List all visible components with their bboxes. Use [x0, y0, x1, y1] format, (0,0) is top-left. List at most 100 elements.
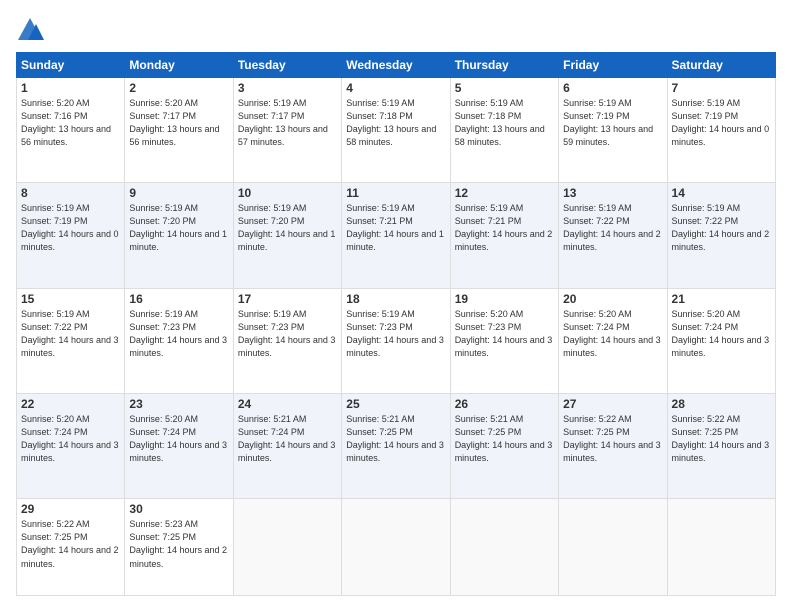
- weekday-header: Tuesday: [233, 53, 341, 78]
- logo: [16, 16, 48, 44]
- calendar-day-cell: 16 Sunrise: 5:19 AMSunset: 7:23 PMDaylig…: [125, 288, 233, 393]
- weekday-header: Monday: [125, 53, 233, 78]
- day-number: 25: [346, 397, 445, 411]
- calendar-day-cell: 26 Sunrise: 5:21 AMSunset: 7:25 PMDaylig…: [450, 394, 558, 499]
- calendar-day-cell: 20 Sunrise: 5:20 AMSunset: 7:24 PMDaylig…: [559, 288, 667, 393]
- calendar-day-cell: 18 Sunrise: 5:19 AMSunset: 7:23 PMDaylig…: [342, 288, 450, 393]
- calendar-day-cell: [667, 499, 775, 596]
- calendar-day-cell: 30 Sunrise: 5:23 AMSunset: 7:25 PMDaylig…: [125, 499, 233, 596]
- day-info: Sunrise: 5:19 AMSunset: 7:19 PMDaylight:…: [672, 98, 770, 147]
- day-number: 3: [238, 81, 337, 95]
- calendar-day-cell: [342, 499, 450, 596]
- day-number: 1: [21, 81, 120, 95]
- calendar-day-cell: 19 Sunrise: 5:20 AMSunset: 7:23 PMDaylig…: [450, 288, 558, 393]
- day-info: Sunrise: 5:19 AMSunset: 7:22 PMDaylight:…: [563, 203, 661, 252]
- day-number: 18: [346, 292, 445, 306]
- day-number: 11: [346, 186, 445, 200]
- day-info: Sunrise: 5:22 AMSunset: 7:25 PMDaylight:…: [21, 519, 119, 568]
- calendar-day-cell: [450, 499, 558, 596]
- day-info: Sunrise: 5:19 AMSunset: 7:23 PMDaylight:…: [346, 309, 444, 358]
- calendar-day-cell: 5 Sunrise: 5:19 AMSunset: 7:18 PMDayligh…: [450, 78, 558, 183]
- day-info: Sunrise: 5:22 AMSunset: 7:25 PMDaylight:…: [563, 414, 661, 463]
- day-number: 19: [455, 292, 554, 306]
- day-info: Sunrise: 5:20 AMSunset: 7:24 PMDaylight:…: [129, 414, 227, 463]
- day-info: Sunrise: 5:19 AMSunset: 7:18 PMDaylight:…: [346, 98, 436, 147]
- calendar-day-cell: 2 Sunrise: 5:20 AMSunset: 7:17 PMDayligh…: [125, 78, 233, 183]
- calendar-day-cell: 12 Sunrise: 5:19 AMSunset: 7:21 PMDaylig…: [450, 183, 558, 288]
- calendar-day-cell: 11 Sunrise: 5:19 AMSunset: 7:21 PMDaylig…: [342, 183, 450, 288]
- day-number: 16: [129, 292, 228, 306]
- calendar-day-cell: 17 Sunrise: 5:19 AMSunset: 7:23 PMDaylig…: [233, 288, 341, 393]
- calendar-day-cell: 14 Sunrise: 5:19 AMSunset: 7:22 PMDaylig…: [667, 183, 775, 288]
- day-info: Sunrise: 5:19 AMSunset: 7:23 PMDaylight:…: [129, 309, 227, 358]
- calendar-day-cell: 8 Sunrise: 5:19 AMSunset: 7:19 PMDayligh…: [17, 183, 125, 288]
- day-info: Sunrise: 5:19 AMSunset: 7:21 PMDaylight:…: [346, 203, 444, 252]
- day-info: Sunrise: 5:19 AMSunset: 7:23 PMDaylight:…: [238, 309, 336, 358]
- day-info: Sunrise: 5:23 AMSunset: 7:25 PMDaylight:…: [129, 519, 227, 568]
- calendar-day-cell: 21 Sunrise: 5:20 AMSunset: 7:24 PMDaylig…: [667, 288, 775, 393]
- day-number: 23: [129, 397, 228, 411]
- day-info: Sunrise: 5:20 AMSunset: 7:24 PMDaylight:…: [563, 309, 661, 358]
- calendar-day-cell: 10 Sunrise: 5:19 AMSunset: 7:20 PMDaylig…: [233, 183, 341, 288]
- calendar-day-cell: 3 Sunrise: 5:19 AMSunset: 7:17 PMDayligh…: [233, 78, 341, 183]
- logo-icon: [16, 16, 44, 44]
- day-info: Sunrise: 5:19 AMSunset: 7:22 PMDaylight:…: [21, 309, 119, 358]
- calendar-week-row: 8 Sunrise: 5:19 AMSunset: 7:19 PMDayligh…: [17, 183, 776, 288]
- weekday-header: Friday: [559, 53, 667, 78]
- calendar-week-row: 29 Sunrise: 5:22 AMSunset: 7:25 PMDaylig…: [17, 499, 776, 596]
- day-info: Sunrise: 5:20 AMSunset: 7:23 PMDaylight:…: [455, 309, 553, 358]
- day-number: 29: [21, 502, 120, 516]
- day-info: Sunrise: 5:19 AMSunset: 7:21 PMDaylight:…: [455, 203, 553, 252]
- day-info: Sunrise: 5:20 AMSunset: 7:16 PMDaylight:…: [21, 98, 111, 147]
- calendar-day-cell: [233, 499, 341, 596]
- day-info: Sunrise: 5:19 AMSunset: 7:19 PMDaylight:…: [563, 98, 653, 147]
- day-number: 6: [563, 81, 662, 95]
- day-number: 14: [672, 186, 771, 200]
- weekday-header-row: SundayMondayTuesdayWednesdayThursdayFrid…: [17, 53, 776, 78]
- calendar-day-cell: 27 Sunrise: 5:22 AMSunset: 7:25 PMDaylig…: [559, 394, 667, 499]
- day-number: 10: [238, 186, 337, 200]
- page: SundayMondayTuesdayWednesdayThursdayFrid…: [0, 0, 792, 612]
- day-number: 4: [346, 81, 445, 95]
- day-number: 13: [563, 186, 662, 200]
- day-number: 17: [238, 292, 337, 306]
- day-number: 12: [455, 186, 554, 200]
- day-info: Sunrise: 5:21 AMSunset: 7:24 PMDaylight:…: [238, 414, 336, 463]
- calendar-day-cell: 4 Sunrise: 5:19 AMSunset: 7:18 PMDayligh…: [342, 78, 450, 183]
- calendar-day-cell: 22 Sunrise: 5:20 AMSunset: 7:24 PMDaylig…: [17, 394, 125, 499]
- day-info: Sunrise: 5:19 AMSunset: 7:22 PMDaylight:…: [672, 203, 770, 252]
- day-info: Sunrise: 5:19 AMSunset: 7:20 PMDaylight:…: [129, 203, 227, 252]
- calendar-day-cell: 13 Sunrise: 5:19 AMSunset: 7:22 PMDaylig…: [559, 183, 667, 288]
- day-number: 8: [21, 186, 120, 200]
- day-info: Sunrise: 5:20 AMSunset: 7:17 PMDaylight:…: [129, 98, 219, 147]
- day-info: Sunrise: 5:19 AMSunset: 7:17 PMDaylight:…: [238, 98, 328, 147]
- day-info: Sunrise: 5:20 AMSunset: 7:24 PMDaylight:…: [21, 414, 119, 463]
- weekday-header: Sunday: [17, 53, 125, 78]
- day-info: Sunrise: 5:22 AMSunset: 7:25 PMDaylight:…: [672, 414, 770, 463]
- day-number: 21: [672, 292, 771, 306]
- day-number: 30: [129, 502, 228, 516]
- calendar-day-cell: 6 Sunrise: 5:19 AMSunset: 7:19 PMDayligh…: [559, 78, 667, 183]
- header: [16, 16, 776, 44]
- calendar-week-row: 15 Sunrise: 5:19 AMSunset: 7:22 PMDaylig…: [17, 288, 776, 393]
- calendar-day-cell: 28 Sunrise: 5:22 AMSunset: 7:25 PMDaylig…: [667, 394, 775, 499]
- day-info: Sunrise: 5:20 AMSunset: 7:24 PMDaylight:…: [672, 309, 770, 358]
- calendar-day-cell: 23 Sunrise: 5:20 AMSunset: 7:24 PMDaylig…: [125, 394, 233, 499]
- day-info: Sunrise: 5:19 AMSunset: 7:20 PMDaylight:…: [238, 203, 336, 252]
- calendar-day-cell: 29 Sunrise: 5:22 AMSunset: 7:25 PMDaylig…: [17, 499, 125, 596]
- weekday-header: Saturday: [667, 53, 775, 78]
- calendar-day-cell: 9 Sunrise: 5:19 AMSunset: 7:20 PMDayligh…: [125, 183, 233, 288]
- calendar-day-cell: 25 Sunrise: 5:21 AMSunset: 7:25 PMDaylig…: [342, 394, 450, 499]
- day-number: 26: [455, 397, 554, 411]
- calendar-week-row: 22 Sunrise: 5:20 AMSunset: 7:24 PMDaylig…: [17, 394, 776, 499]
- day-number: 20: [563, 292, 662, 306]
- day-info: Sunrise: 5:21 AMSunset: 7:25 PMDaylight:…: [346, 414, 444, 463]
- day-number: 2: [129, 81, 228, 95]
- calendar-week-row: 1 Sunrise: 5:20 AMSunset: 7:16 PMDayligh…: [17, 78, 776, 183]
- calendar-day-cell: [559, 499, 667, 596]
- weekday-header: Thursday: [450, 53, 558, 78]
- day-info: Sunrise: 5:19 AMSunset: 7:18 PMDaylight:…: [455, 98, 545, 147]
- weekday-header: Wednesday: [342, 53, 450, 78]
- day-number: 15: [21, 292, 120, 306]
- day-number: 22: [21, 397, 120, 411]
